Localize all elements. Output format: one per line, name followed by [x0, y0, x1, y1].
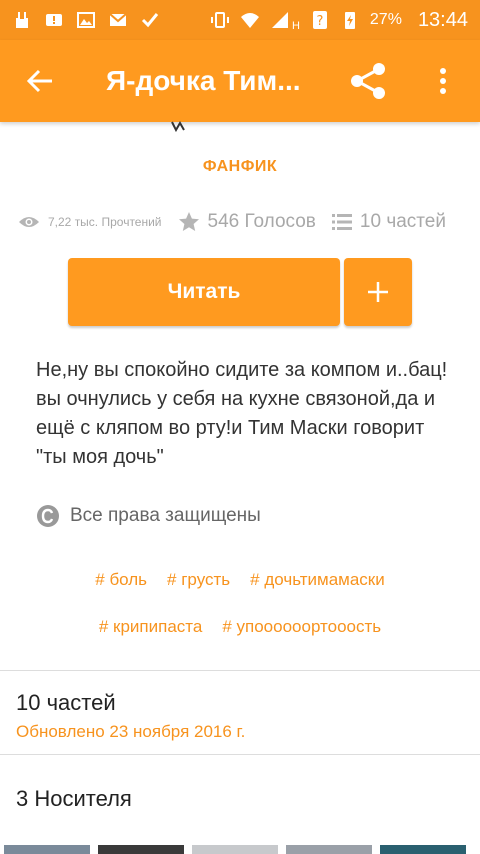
question-icon: ? [312, 11, 327, 29]
votes-stat: 546 Голосов [178, 211, 316, 233]
plus-icon [368, 282, 388, 302]
parts-section-title[interactable]: 10 частей [16, 690, 116, 716]
story-type: ФАНФИК [202, 158, 278, 175]
status-bar: H ? 27% 13:44 [0, 0, 480, 40]
copyright-text: Все права защищены [70, 505, 261, 526]
check-icon [141, 13, 159, 28]
rock-hand-icon [16, 12, 28, 28]
more-options-button[interactable] [418, 40, 468, 122]
tags-row: # крипипаста # упоооооортооость [0, 617, 480, 637]
reader-avatar[interactable] [4, 845, 90, 854]
reads-stat: 7,22 тыс. Прочтений [18, 215, 162, 229]
battery-percent: 27% [369, 11, 402, 28]
battery-icon [344, 12, 355, 29]
clock: 13:44 [417, 8, 468, 31]
gmail-icon [109, 13, 127, 26]
story-description: Не,ну вы спокойно сидите за компом и..ба… [36, 359, 448, 468]
tag[interactable]: # боль [95, 570, 147, 590]
signal-icon [271, 12, 288, 28]
network-type-label: H [291, 19, 300, 32]
copyright-notice: Все права защищены [36, 504, 261, 528]
tag[interactable]: # упоооооортооость [222, 617, 381, 637]
divider [0, 670, 480, 671]
cover-image-fragment [171, 120, 185, 132]
back-button[interactable] [0, 40, 80, 122]
vibrate-icon [210, 12, 229, 28]
tags-row: # боль # грусть # дочьтимамаски [0, 570, 480, 590]
share-button[interactable] [338, 40, 398, 122]
copyright-icon [37, 505, 59, 527]
reads-count: 7,22 тыс. Прочтений [48, 215, 162, 229]
reader-avatar[interactable] [380, 845, 466, 854]
alert-icon [46, 14, 62, 26]
tag[interactable]: # грусть [167, 570, 230, 590]
add-to-library-button[interactable] [344, 258, 412, 326]
image-icon [77, 12, 95, 28]
parts-stat: 10 частей [331, 211, 446, 233]
share-icon [351, 63, 385, 99]
more-vert-icon [440, 68, 446, 94]
app-bar: Я-дочка Тим... [0, 40, 480, 122]
parts-count: 10 частей [359, 211, 446, 232]
reader-avatar[interactable] [98, 845, 184, 854]
back-arrow-icon [26, 69, 52, 93]
eye-icon [19, 217, 39, 227]
wifi-icon [240, 13, 259, 28]
reader-avatars [0, 845, 480, 854]
readers-section-title[interactable]: 3 Носителя [16, 786, 132, 812]
divider [0, 754, 480, 755]
story-title: Я-дочка Тим... [106, 65, 301, 96]
reader-avatar[interactable] [192, 845, 278, 854]
star-icon [178, 212, 199, 231]
last-updated-date: Обновлено 23 ноября 2016 г. [16, 722, 246, 741]
svg-text:?: ? [316, 14, 323, 29]
reader-avatar[interactable] [286, 845, 372, 854]
tag[interactable]: # крипипаста [99, 617, 202, 637]
list-icon [331, 214, 352, 230]
tag[interactable]: # дочьтимамаски [250, 570, 385, 590]
story-stats: 7,22 тыс. Прочтений 546 Голосов 10 часте… [18, 206, 468, 238]
read-button[interactable]: Читать [68, 258, 340, 326]
votes-count: 546 Голосов [207, 211, 316, 232]
